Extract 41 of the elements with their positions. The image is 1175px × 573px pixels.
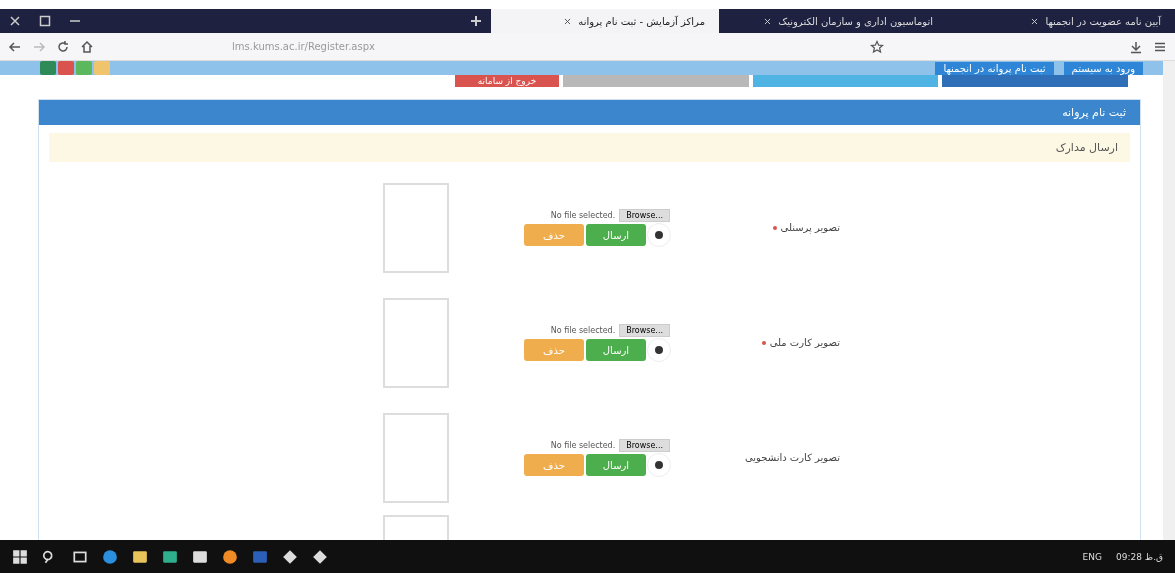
section-title: ارسال مدارک: [49, 133, 1130, 162]
start-icon[interactable]: [12, 548, 28, 565]
file-status: No file selected.: [550, 211, 616, 220]
help-icon[interactable]: [648, 454, 670, 476]
panel-title: ثبت نام پروانه: [1062, 106, 1126, 119]
app-icon[interactable]: [312, 548, 328, 565]
field-label: تصویر کارت دانشجویی: [745, 452, 840, 463]
download-icon[interactable]: [1129, 39, 1143, 54]
field-label: تصویر کارت ملی: [769, 337, 840, 348]
send-button[interactable]: ارسال: [586, 339, 646, 361]
menu-tab[interactable]: خروج از سامانه: [455, 75, 559, 87]
home-icon[interactable]: [80, 39, 94, 54]
close-icon[interactable]: [563, 16, 573, 26]
maximize-icon[interactable]: [38, 14, 52, 28]
header-link[interactable]: ثبت نام پروانه در انجمنها: [935, 61, 1054, 75]
send-button[interactable]: ارسال: [586, 224, 646, 246]
language-indicator[interactable]: ENG: [1082, 551, 1102, 562]
file-status: No file selected.: [550, 326, 616, 335]
browse-button[interactable]: Browse...: [619, 324, 670, 337]
new-tab-icon[interactable]: [469, 14, 483, 28]
close-icon[interactable]: [763, 16, 773, 26]
app-icon[interactable]: [282, 548, 298, 565]
header-link[interactable]: ورود به سیستم: [1063, 61, 1143, 75]
browser-tab[interactable]: آیین نامه عضویت در انجمنها: [947, 9, 1175, 33]
help-icon[interactable]: [648, 339, 670, 361]
send-button[interactable]: ارسال: [586, 454, 646, 476]
app-icon[interactable]: [162, 548, 178, 565]
browser-tab[interactable]: مراکز آزمایش - ثبت نام پروانه: [491, 9, 719, 33]
back-icon[interactable]: [8, 39, 22, 54]
file-status: No file selected.: [550, 441, 616, 450]
scrollbar[interactable]: [1163, 61, 1175, 540]
browse-button[interactable]: Browse...: [619, 439, 670, 452]
bookmark-icon[interactable]: [870, 39, 884, 54]
browse-button[interactable]: Browse...: [619, 209, 670, 222]
browser-tab[interactable]: اتوماسیون اداری و سازمان الکترونیک: [719, 9, 947, 33]
close-icon[interactable]: [8, 14, 22, 28]
reload-icon[interactable]: [56, 39, 70, 54]
clock[interactable]: 09:28 ق.ظ: [1116, 551, 1163, 562]
field-label: تصویر پرسنلی: [780, 222, 840, 233]
close-icon[interactable]: [1030, 16, 1040, 26]
help-icon[interactable]: [648, 224, 670, 246]
